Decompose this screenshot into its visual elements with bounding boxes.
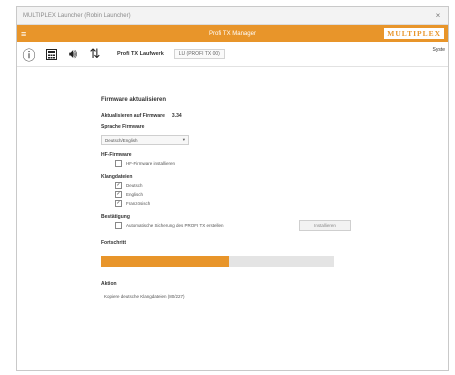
sound-french-checkbox[interactable]: ✓ xyxy=(115,200,122,207)
language-select[interactable]: Deutsch/English ▾ xyxy=(101,135,189,145)
system-menu: Syste xyxy=(432,47,445,53)
language-label: Sprache Firmware xyxy=(101,124,145,130)
firmware-version-value: 3.34 xyxy=(171,113,182,119)
device-name: Profi TX Laufwerk xyxy=(117,51,164,57)
backup-option[interactable]: Automatische Sicherung des PROFI TX erst… xyxy=(115,220,371,231)
toolbar-right[interactable]: Syste xyxy=(432,47,445,53)
firmware-version-row: Aktualisieren auf Firmware 3.34 xyxy=(101,113,371,119)
hf-firmware-label: HF-Firmware xyxy=(101,152,132,158)
hf-firmware-option-label: HF-Firmware installieren xyxy=(126,161,176,166)
speaker-icon[interactable]: 🔊︎ xyxy=(63,44,83,64)
progress-bar-fill xyxy=(101,256,230,267)
hf-firmware-option[interactable]: HF-Firmware installieren xyxy=(115,160,371,167)
close-icon[interactable]: × xyxy=(428,11,448,20)
toolbar: ⓘ 🔊︎ ⇅ Profi TX Laufwerk LU (PROFI TX 00… xyxy=(17,42,448,67)
sound-option-french[interactable]: ✓ Französisch xyxy=(115,200,371,207)
hf-firmware-checkbox[interactable] xyxy=(115,160,122,167)
backup-option-label: Automatische Sicherung des PROFI TX erst… xyxy=(126,223,224,228)
app-header: ≡ Profi TX Manager MULTIPLEX xyxy=(17,25,448,42)
sound-french-label: Französisch xyxy=(126,201,151,206)
firmware-panel: Firmware aktualisieren Aktualisieren auf… xyxy=(101,97,371,299)
sound-english-label: Englisch xyxy=(126,192,144,197)
connection-label[interactable]: LU (PROFI TX 00) xyxy=(173,49,225,59)
launcher-window: MULTIPLEX Launcher (Robin Launcher) × ≡ … xyxy=(16,6,449,371)
progress-bar xyxy=(101,256,334,267)
sound-german-label: Deutsch xyxy=(126,183,143,188)
action-status-text: Kopiere deutsche Klangdateien (80/227) xyxy=(104,294,185,299)
backup-checkbox[interactable] xyxy=(115,222,122,229)
sound-option-english[interactable]: ✓ Englisch xyxy=(115,191,371,198)
window-titlebar: MULTIPLEX Launcher (Robin Launcher) × xyxy=(17,7,448,25)
sound-english-checkbox[interactable]: ✓ xyxy=(115,191,122,198)
sound-files-label: Klangdateien xyxy=(101,174,133,180)
firmware-version-label: Aktualisieren auf Firmware xyxy=(101,113,165,119)
language-select-value: Deutsch/English xyxy=(105,137,138,143)
calculator-icon[interactable] xyxy=(41,44,61,64)
brand-logo: MULTIPLEX xyxy=(384,28,444,39)
action-label: Aktion xyxy=(101,281,117,287)
page-title: Firmware aktualisieren xyxy=(101,97,167,103)
chevron-down-icon: ▾ xyxy=(182,137,185,142)
info-icon[interactable]: ⓘ xyxy=(19,44,39,64)
install-button[interactable]: Installieren xyxy=(299,220,351,231)
sound-german-checkbox[interactable]: ✓ xyxy=(115,182,122,189)
sync-icon[interactable]: ⇅ xyxy=(85,44,105,64)
sound-option-german[interactable]: ✓ Deutsch xyxy=(115,182,371,189)
progress-label: Fortschritt xyxy=(101,240,126,246)
window-title: MULTIPLEX Launcher (Robin Launcher) xyxy=(23,12,131,19)
